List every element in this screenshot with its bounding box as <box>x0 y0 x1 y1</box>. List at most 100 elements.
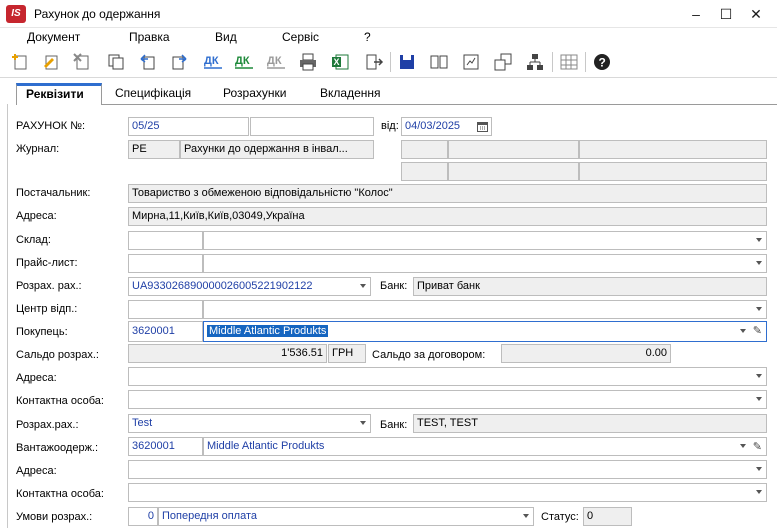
chevron-down-icon <box>756 397 762 401</box>
chevron-down-icon <box>756 490 762 494</box>
svg-text:ДК: ДК <box>204 55 219 67</box>
consignee-contact-label: Контактна особа: <box>16 488 104 500</box>
exit-icon[interactable] <box>362 50 386 74</box>
balance-contract-label: Сальдо за договором: <box>372 349 486 361</box>
currency-field: ГРН <box>328 344 366 363</box>
panel-border <box>7 104 8 528</box>
invoice-no-label: РАХУНОК №: <box>16 120 86 132</box>
dk-green-icon[interactable]: ДК <box>232 50 256 74</box>
menu-document[interactable]: Документ <box>27 30 80 44</box>
address-label: Адреса: <box>16 210 57 222</box>
tab-attachments[interactable]: Вкладення <box>316 83 385 105</box>
price-list-code-field[interactable] <box>128 254 203 273</box>
extra-field-2 <box>448 140 579 159</box>
account-select[interactable]: UA933026890000026005221902122 <box>128 277 371 296</box>
book-icon[interactable] <box>427 50 451 74</box>
consignee-contact-select[interactable] <box>128 483 767 502</box>
account2-label: Розрах.рах.: <box>16 419 79 431</box>
price-list-select[interactable] <box>203 254 767 273</box>
status-label: Статус: <box>541 511 579 523</box>
buyer-address-label: Адреса: <box>16 372 57 384</box>
terms-select[interactable]: Попередня оплата <box>158 507 534 526</box>
excel-icon[interactable]: X <box>328 50 352 74</box>
menu-edit[interactable]: Правка <box>129 30 170 44</box>
title-bar: IS Рахунок до одержання – ☐ ✕ <box>0 0 777 28</box>
chevron-down-icon <box>756 374 762 378</box>
report-icon[interactable] <box>459 50 483 74</box>
buyer-select[interactable]: Middle Atlantic Produkts ✎ <box>203 321 767 342</box>
chevron-down-icon <box>740 329 746 333</box>
grid-icon[interactable] <box>557 50 581 74</box>
consignee-address-select[interactable] <box>128 460 767 479</box>
date-value: 04/03/2025 <box>405 120 461 132</box>
app-logo-icon: IS <box>6 5 26 23</box>
menu-help[interactable]: ? <box>364 30 371 44</box>
contact-label: Контактна особа: <box>16 395 104 407</box>
add-doc-icon[interactable] <box>8 50 32 74</box>
export-icon[interactable] <box>491 50 515 74</box>
cost-center-label: Центр відп.: <box>16 303 78 315</box>
dk-icon[interactable]: ДК <box>201 50 225 74</box>
pencil-icon[interactable]: ✎ <box>753 441 762 453</box>
cost-center-code-field[interactable] <box>128 300 203 319</box>
journal-code-field: РЕ <box>128 140 180 159</box>
menu-bar: Документ Правка Вид Сервіс ? <box>0 28 777 46</box>
minimize-button[interactable]: – <box>681 0 711 28</box>
warehouse-code-field[interactable] <box>128 231 203 250</box>
account2-select[interactable]: Test <box>128 414 371 433</box>
date-field[interactable]: 04/03/2025 <box>401 117 492 136</box>
buyer-address-select[interactable] <box>128 367 767 386</box>
chevron-down-icon <box>360 421 366 425</box>
dk-gray-icon[interactable]: ДК <box>264 50 288 74</box>
consignee-name-value: Middle Atlantic Produkts <box>207 440 325 452</box>
save-icon[interactable] <box>395 50 419 74</box>
edit-doc-icon[interactable] <box>39 50 63 74</box>
account-value: UA933026890000026005221902122 <box>132 280 313 292</box>
tab-payments[interactable]: Розрахунки <box>219 83 290 105</box>
consignee-select[interactable]: Middle Atlantic Produkts ✎ <box>203 437 767 456</box>
cost-center-select[interactable] <box>203 300 767 319</box>
supplier-label: Постачальник: <box>16 187 91 199</box>
extra-field-5 <box>448 162 579 181</box>
warehouse-label: Склад: <box>16 234 51 246</box>
menu-view[interactable]: Вид <box>215 30 237 44</box>
copy-icon[interactable] <box>104 50 128 74</box>
maximize-button[interactable]: ☐ <box>711 0 741 28</box>
move-left-icon[interactable] <box>136 50 160 74</box>
buyer-code-field[interactable]: 3620001 <box>128 321 203 342</box>
extra-field-4 <box>401 162 448 181</box>
chevron-down-icon <box>523 514 529 518</box>
status-field: 0 <box>583 507 632 526</box>
warehouse-select[interactable] <box>203 231 767 250</box>
move-right-icon[interactable] <box>167 50 191 74</box>
tab-specification[interactable]: Специфікація <box>111 83 195 105</box>
price-list-label: Прайс-лист: <box>16 257 78 269</box>
invoice-no-field[interactable]: 05/25 <box>128 117 249 136</box>
bank2-field: TEST, TEST <box>413 414 767 433</box>
chevron-down-icon <box>756 467 762 471</box>
terms-code-field[interactable]: 0 <box>128 507 158 526</box>
print-icon[interactable] <box>296 50 320 74</box>
buyer-name-value: Middle Atlantic Produkts <box>207 325 329 337</box>
delete-doc-icon[interactable] <box>70 50 94 74</box>
balance-contract-field: 0.00 <box>501 344 671 363</box>
svg-text:ДК: ДК <box>267 55 282 67</box>
svg-text:ДК: ДК <box>235 55 250 67</box>
help-icon[interactable]: ? <box>590 50 614 74</box>
consignee-code-field[interactable]: 3620001 <box>128 437 203 456</box>
invoice-suffix-field[interactable] <box>250 117 374 136</box>
calendar-icon[interactable] <box>477 121 488 132</box>
bank2-label: Банк: <box>380 419 408 431</box>
consignee-address-label: Адреса: <box>16 465 57 477</box>
terms-name-value: Попередня оплата <box>162 510 257 522</box>
tree-icon[interactable] <box>523 50 547 74</box>
balance-label: Сальдо розрах.: <box>16 349 99 361</box>
contact-select[interactable] <box>128 390 767 409</box>
close-button[interactable]: ✕ <box>741 0 771 28</box>
pencil-icon[interactable]: ✎ <box>753 325 762 337</box>
menu-service[interactable]: Сервіс <box>282 30 319 44</box>
toolbar-separator <box>390 52 391 72</box>
bank-field: Приват банк <box>413 277 767 296</box>
tab-requisites[interactable]: Реквізити <box>16 83 102 105</box>
toolbar-separator <box>552 52 553 72</box>
